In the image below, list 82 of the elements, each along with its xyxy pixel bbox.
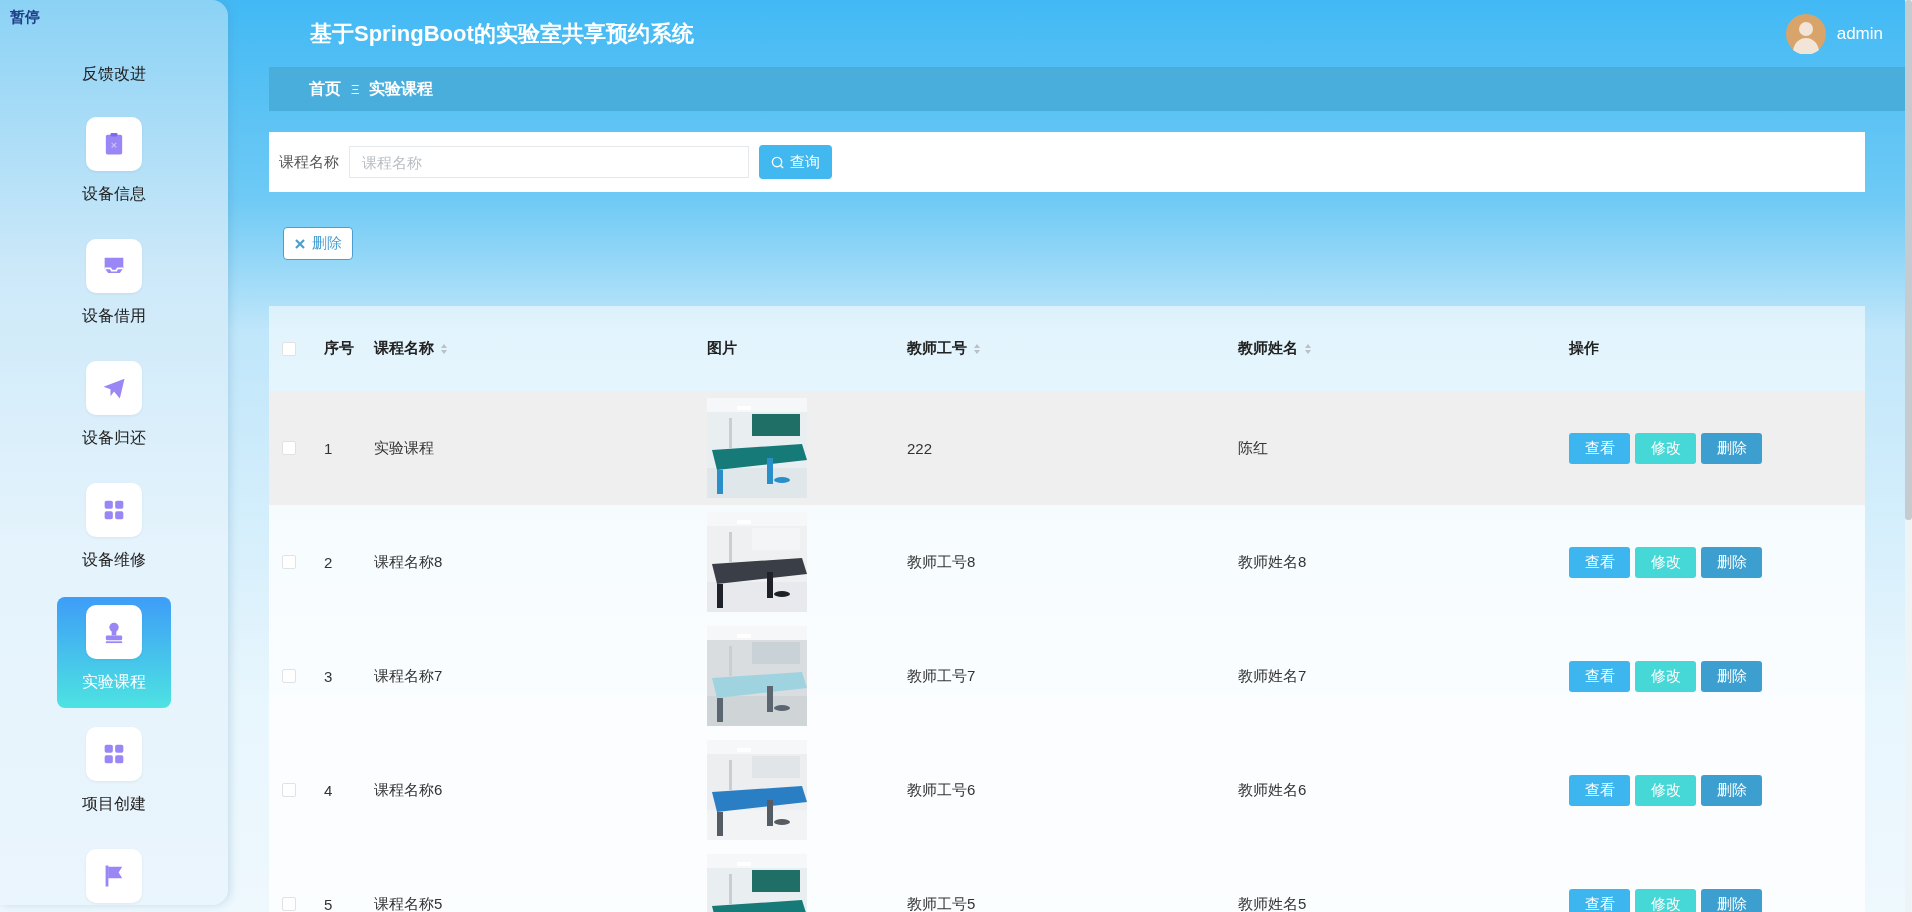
delete-button[interactable]: 删除 [283, 227, 353, 260]
grid-icon [86, 483, 142, 537]
table-cell: 实验课程 [374, 438, 434, 458]
grid-icon [86, 727, 142, 781]
table-cell: 3 [324, 667, 333, 685]
table-cell: 课程名称7 [374, 666, 443, 686]
table-row[interactable]: 5 课程名称5 教师工号5 教师姓名5 查看 修改 删除 [269, 847, 1865, 912]
table-cell: 陈红 [1238, 438, 1268, 458]
table-cell: 教师姓名7 [1238, 666, 1307, 686]
row-checkbox[interactable] [282, 897, 296, 911]
table-cell: 课程名称8 [374, 552, 443, 572]
column-header: 操作 [1569, 339, 1599, 358]
view-button[interactable]: 查看 [1569, 774, 1630, 806]
table-row[interactable]: 3 课程名称7 教师工号7 教师姓名7 查看 修改 删除 [269, 619, 1865, 733]
edit-button[interactable]: 修改 [1635, 432, 1696, 464]
breadcrumb-item[interactable]: 首页 [309, 78, 341, 100]
table-cell: 课程名称5 [374, 894, 443, 912]
delete-button[interactable]: 删除 [1701, 432, 1762, 464]
pause-label[interactable]: 暂停 [10, 8, 40, 27]
delete-button[interactable]: 删除 [1701, 774, 1762, 806]
table-cell: 4 [324, 781, 333, 799]
table-cell: 222 [907, 439, 933, 457]
tray-icon [86, 239, 142, 293]
nav-item[interactable]: 设备信息 [57, 109, 171, 220]
column-header[interactable]: 教师工号 [907, 339, 967, 358]
edit-button[interactable]: 修改 [1635, 774, 1696, 806]
search-label: 课程名称 [279, 152, 339, 172]
paper-plane-icon [86, 361, 142, 415]
flag-icon [86, 849, 142, 903]
column-header: 图片 [707, 339, 737, 358]
table-cell: 教师姓名5 [1238, 894, 1307, 912]
column-header[interactable]: 课程名称 [374, 339, 434, 358]
delete-button[interactable]: 删除 [1701, 888, 1762, 912]
table-cell: 教师工号5 [907, 894, 976, 912]
table-cell: 2 [324, 553, 333, 571]
sort-icon[interactable] [440, 342, 448, 355]
nav-item[interactable]: 设备归还 [57, 353, 171, 464]
column-header[interactable]: 教师姓名 [1238, 339, 1298, 358]
search-icon [771, 155, 784, 169]
row-checkbox[interactable] [282, 669, 296, 683]
view-button[interactable]: 查看 [1569, 546, 1630, 578]
table-cell: 教师姓名8 [1238, 552, 1307, 572]
nav-item[interactable]: 项目创建 [57, 719, 171, 830]
delete-button[interactable]: 删除 [1701, 660, 1762, 692]
delete-button[interactable]: 删除 [1701, 546, 1762, 578]
avatar[interactable] [1785, 13, 1826, 54]
table-row[interactable]: 1 实验课程 222 陈红 查看 修改 删除 [269, 391, 1865, 505]
search-field[interactable]: 课程名称 [349, 146, 749, 178]
sort-icon[interactable] [973, 342, 981, 355]
stamp-icon [86, 605, 142, 659]
row-checkbox[interactable] [282, 783, 296, 797]
column-header: 序号 [324, 339, 354, 358]
view-button[interactable]: 查看 [1569, 888, 1630, 912]
nav-item[interactable]: 实验课程 [57, 597, 171, 708]
edit-button[interactable]: 修改 [1635, 888, 1696, 912]
view-button[interactable]: 查看 [1569, 660, 1630, 692]
table-cell: 课程名称6 [374, 780, 443, 800]
nav-item[interactable]: 设备借用 [57, 231, 171, 342]
view-button[interactable]: 查看 [1569, 432, 1630, 464]
row-checkbox[interactable] [282, 555, 296, 569]
search-button[interactable]: 查询 [759, 145, 832, 179]
table-row[interactable]: 4 课程名称6 教师工号6 教师姓名6 查看 修改 删除 [269, 733, 1865, 847]
table-cell: 5 [324, 895, 333, 912]
row-checkbox[interactable] [282, 441, 296, 455]
table-cell: 1 [324, 439, 333, 457]
close-icon [294, 237, 306, 250]
breadcrumb-item: 实验课程 [369, 78, 434, 99]
table-cell: 教师工号7 [907, 666, 976, 686]
sort-icon[interactable] [1304, 342, 1312, 355]
username[interactable]: admin [1836, 23, 1883, 44]
clipboard-icon [86, 117, 142, 171]
table-cell: 教师工号8 [907, 552, 976, 572]
app-title: 基于SpringBoot的实验室共享预约系统 [310, 19, 694, 48]
table-cell: 教师工号6 [907, 780, 976, 800]
edit-button[interactable]: 修改 [1635, 660, 1696, 692]
table-cell: 教师姓名6 [1238, 780, 1307, 800]
breadcrumb-separator: Ξ [351, 81, 360, 97]
table-row[interactable]: 2 课程名称8 教师工号8 教师姓名8 查看 修改 删除 [269, 505, 1865, 619]
nav-item[interactable]: 反馈改进 [57, 55, 171, 98]
nav-item[interactable]: 设备维修 [57, 475, 171, 586]
select-all-checkbox[interactable] [282, 341, 296, 356]
edit-button[interactable]: 修改 [1635, 546, 1696, 578]
